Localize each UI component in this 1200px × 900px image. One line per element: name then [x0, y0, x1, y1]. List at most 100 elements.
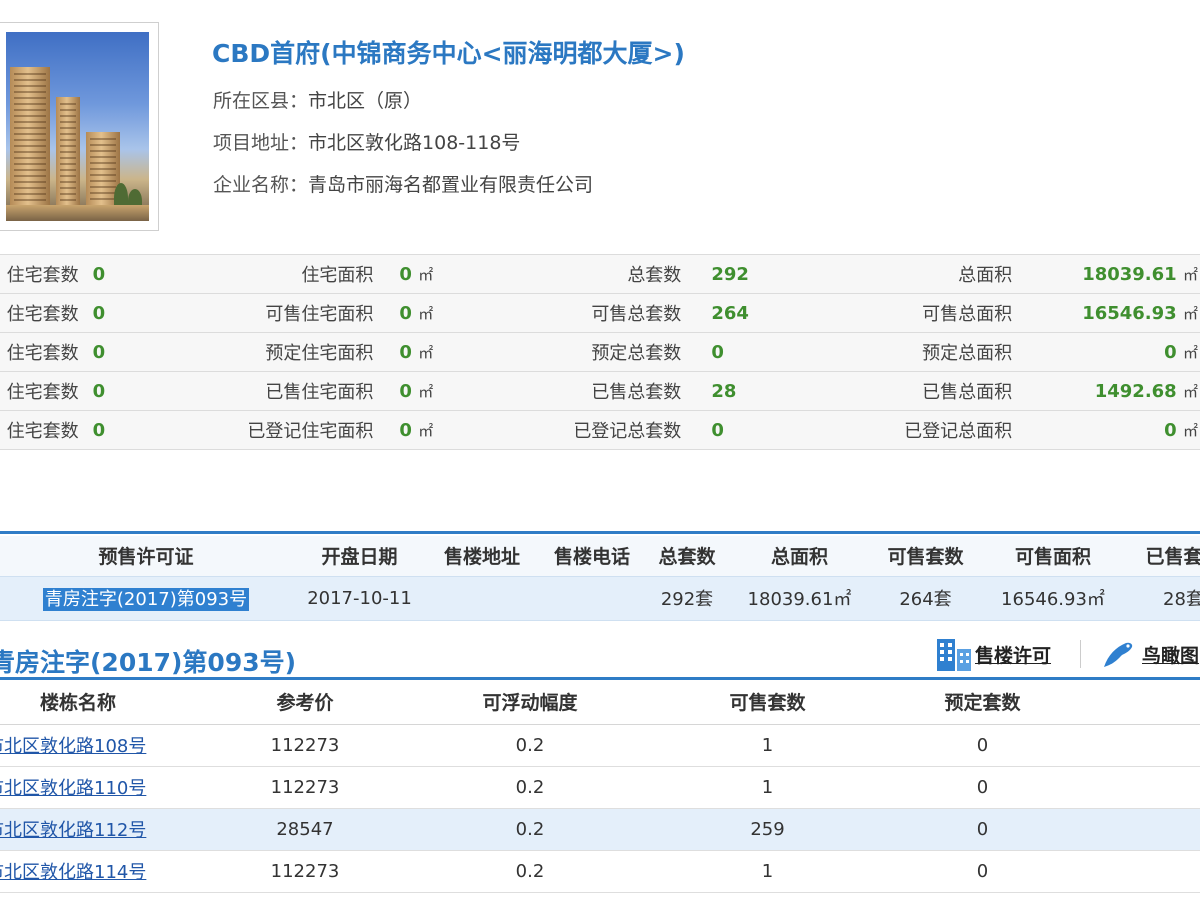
stat-label: 已售总套数	[473, 371, 682, 411]
building-name-cell[interactable]: 市北区敦化路108号	[0, 724, 200, 767]
stats-row: 住宅套数 0 已售住宅面积 0 ㎡已售总套数 28 已售总面积 1492.68 ㎡	[0, 371, 1200, 411]
building-header: 可浮动幅度	[410, 680, 650, 725]
sales-permit-label[interactable]: 售楼许可	[975, 641, 1051, 668]
address-line: 项目地址：市北区敦化路108-118号	[213, 128, 520, 155]
permit-row[interactable]: 青房注字(2017)第093号 2017-10-11 292套 18039.61…	[0, 575, 1200, 621]
stat-label: 可售总套数	[473, 293, 682, 333]
building-row[interactable]: 市北区敦化路112号 28547 0.2 259 0	[0, 808, 1200, 851]
building-range: 0.2	[410, 808, 650, 851]
stats-row: 住宅套数 0 住宅面积 0 ㎡总套数 292 总面积 18039.61 ㎡	[0, 254, 1200, 294]
stat-value: 0 ㎡	[373, 371, 474, 411]
stats-row: 住宅套数 0 预定住宅面积 0 ㎡预定总套数 0 预定总面积 0 ㎡	[0, 332, 1200, 372]
stat-label: 已登记总面积	[777, 410, 1013, 450]
stat-value-number: 16546.93	[1082, 302, 1177, 324]
stat-label: 住宅套数	[0, 332, 79, 372]
stat-value-number: 1492.68	[1094, 380, 1177, 402]
stat-unit: ㎡	[418, 265, 434, 284]
permit-header: 预售许可证	[0, 536, 292, 576]
stat-label: 已售总面积	[777, 371, 1013, 411]
building-name-cell[interactable]: 市北区敦化路112号	[0, 808, 200, 851]
district-value: 市北区（原）	[308, 90, 423, 112]
stat-label-text: 住宅套数	[6, 343, 79, 364]
permit-sold-units: 28套	[1127, 575, 1200, 621]
permit-sales-phone	[537, 575, 647, 621]
stat-unit: ㎡	[418, 382, 434, 401]
building-empty-cell	[1080, 850, 1200, 893]
building-reserved: 0	[885, 766, 1080, 809]
building-row[interactable]: 市北区敦化路108号 112273 0.2 1 0	[0, 724, 1200, 767]
stat-label: 可售总面积	[777, 293, 1013, 333]
address-value: 市北区敦化路108-118号	[308, 132, 521, 154]
permit-total-units: 292套	[647, 575, 727, 621]
stats-table: 住宅套数 0 住宅面积 0 ㎡总套数 292 总面积 18039.61 ㎡住宅套数 0 可售住宅…	[0, 254, 1200, 450]
building-available: 1	[650, 850, 885, 893]
stat-label: 总套数	[473, 254, 682, 294]
building-section-title: 青房注字(2017)第093号)	[0, 648, 297, 677]
building-price: 112273	[200, 724, 410, 767]
permit-table: 预售许可证 开盘日期 售楼地址 售楼电话 总套数 总面积 可售套数 可售面积 已…	[0, 536, 1200, 621]
stat-unit: ㎡	[1182, 343, 1198, 362]
district-line: 所在区县：市北区（原）	[213, 86, 422, 113]
permit-header: 售楼地址	[427, 536, 537, 576]
stats-row: 住宅套数 0 已登记住宅面积 0 ㎡已登记总套数 0 已登记总面积 0 ㎡	[0, 410, 1200, 450]
project-photo-frame[interactable]	[0, 22, 159, 231]
stat-unit: ㎡	[1182, 382, 1198, 401]
stat-label: 预定总套数	[473, 332, 682, 372]
permit-header: 总套数	[647, 536, 727, 576]
building-empty-cell	[1080, 808, 1200, 851]
stat-value-number: 0	[1164, 341, 1177, 363]
stat-value: 0	[78, 332, 145, 372]
building-header: 参考价	[200, 680, 410, 725]
permit-sales-address	[427, 575, 537, 621]
stat-unit: ㎡	[1182, 304, 1198, 323]
stat-value: 264	[681, 293, 778, 333]
building-shape	[56, 97, 80, 207]
stat-value: 0 ㎡	[1012, 410, 1200, 450]
company-line: 企业名称：青岛市丽海名都置业有限责任公司	[213, 170, 593, 197]
permit-header: 开盘日期	[292, 536, 427, 576]
permit-header: 总面积	[727, 536, 872, 576]
building-empty-cell	[1080, 724, 1200, 767]
stat-value: 18039.61 ㎡	[1012, 254, 1200, 294]
permit-license-link[interactable]: 青房注字(2017)第093号	[42, 588, 250, 611]
project-title: CBD首府(中锦商务中心<丽海明都大厦>)	[212, 39, 685, 68]
building-row[interactable]: 市北区敦化路110号 112273 0.2 1 0	[0, 766, 1200, 809]
stat-value: 292	[681, 254, 778, 294]
stat-value: 0 ㎡	[373, 293, 474, 333]
building-name-link[interactable]: 市北区敦化路110号	[0, 778, 146, 799]
stat-label: 已登记住宅面积	[144, 410, 374, 450]
project-photo[interactable]	[6, 32, 149, 221]
building-price: 28547	[200, 808, 410, 851]
stat-label-text: 住宅套数	[6, 265, 79, 286]
permit-license-cell[interactable]: 青房注字(2017)第093号	[0, 575, 292, 621]
building-icon	[937, 639, 971, 671]
stat-label: 住宅套数	[0, 254, 79, 294]
stat-value-number: 18039.61	[1082, 263, 1177, 285]
building-row[interactable]: 市北区敦化路114号 112273 0.2 1 0	[0, 850, 1200, 893]
permit-header: 已售套数	[1127, 536, 1200, 576]
birdseye-view-label[interactable]: 鸟瞰图	[1142, 641, 1199, 668]
sales-permit-button[interactable]: 售楼许可	[935, 634, 1051, 674]
building-name-link[interactable]: 市北区敦化路108号	[0, 736, 146, 757]
permit-header: 可售面积	[979, 536, 1127, 576]
permit-available-area: 16546.93㎡	[979, 575, 1127, 621]
stat-label: 住宅面积	[144, 254, 374, 294]
building-range: 0.2	[410, 724, 650, 767]
building-header: 预定套数	[885, 680, 1080, 725]
building-reserved: 0	[885, 808, 1080, 851]
stat-value: 0 ㎡	[373, 254, 474, 294]
building-name-link[interactable]: 市北区敦化路112号	[0, 820, 146, 841]
stat-unit: ㎡	[418, 343, 434, 362]
stats-row: 住宅套数 0 可售住宅面积 0 ㎡可售总套数 264 可售总面积 16546.93 ㎡	[0, 293, 1200, 333]
stat-label: 可售住宅面积	[144, 293, 374, 333]
stat-unit: ㎡	[1182, 421, 1198, 440]
building-header-row: 楼栋名称 参考价 可浮动幅度 可售套数 预定套数	[0, 680, 1200, 725]
stat-value-number: 0	[399, 380, 412, 402]
stat-value: 16546.93 ㎡	[1012, 293, 1200, 333]
stat-value: 0	[681, 410, 778, 450]
building-name-cell[interactable]: 市北区敦化路110号	[0, 766, 200, 809]
stat-unit: ㎡	[418, 304, 434, 323]
birdseye-view-button[interactable]: 鸟瞰图	[1100, 634, 1199, 674]
building-name-link[interactable]: 市北区敦化路114号	[0, 862, 146, 883]
building-name-cell[interactable]: 市北区敦化路114号	[0, 850, 200, 893]
